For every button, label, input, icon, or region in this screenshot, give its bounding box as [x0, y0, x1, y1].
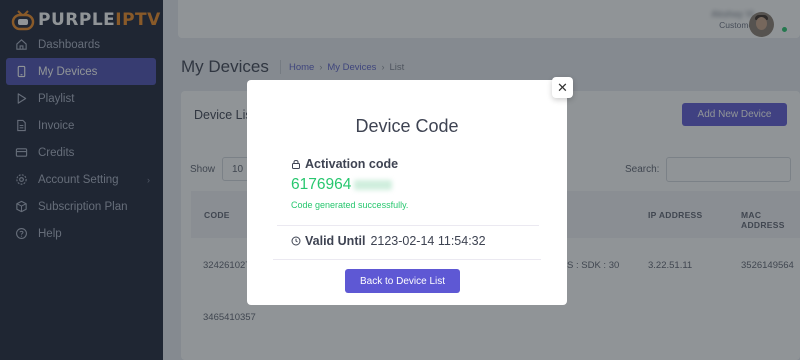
- valid-until-label: Valid Until: [305, 234, 366, 248]
- success-message: Code generated successfully.: [291, 200, 409, 210]
- lock-icon: [292, 160, 300, 169]
- valid-until-row: Valid Until 2123-02-14 11:54:32: [291, 234, 486, 248]
- device-code-modal: Device Code Activation code 6176964 Code…: [247, 80, 567, 305]
- activation-code-label: Activation code: [291, 157, 398, 171]
- activation-code-value: 6176964: [291, 176, 393, 194]
- valid-until-value: 2123-02-14 11:54:32: [370, 234, 486, 248]
- divider: [277, 225, 539, 226]
- modal-title: Device Code: [355, 116, 459, 136]
- close-icon[interactable]: ✕: [552, 77, 573, 98]
- redacted-code-digits: [354, 180, 393, 190]
- divider: [273, 259, 541, 260]
- back-to-device-list-button[interactable]: Back to Device List: [345, 269, 460, 293]
- clock-icon: [291, 236, 301, 246]
